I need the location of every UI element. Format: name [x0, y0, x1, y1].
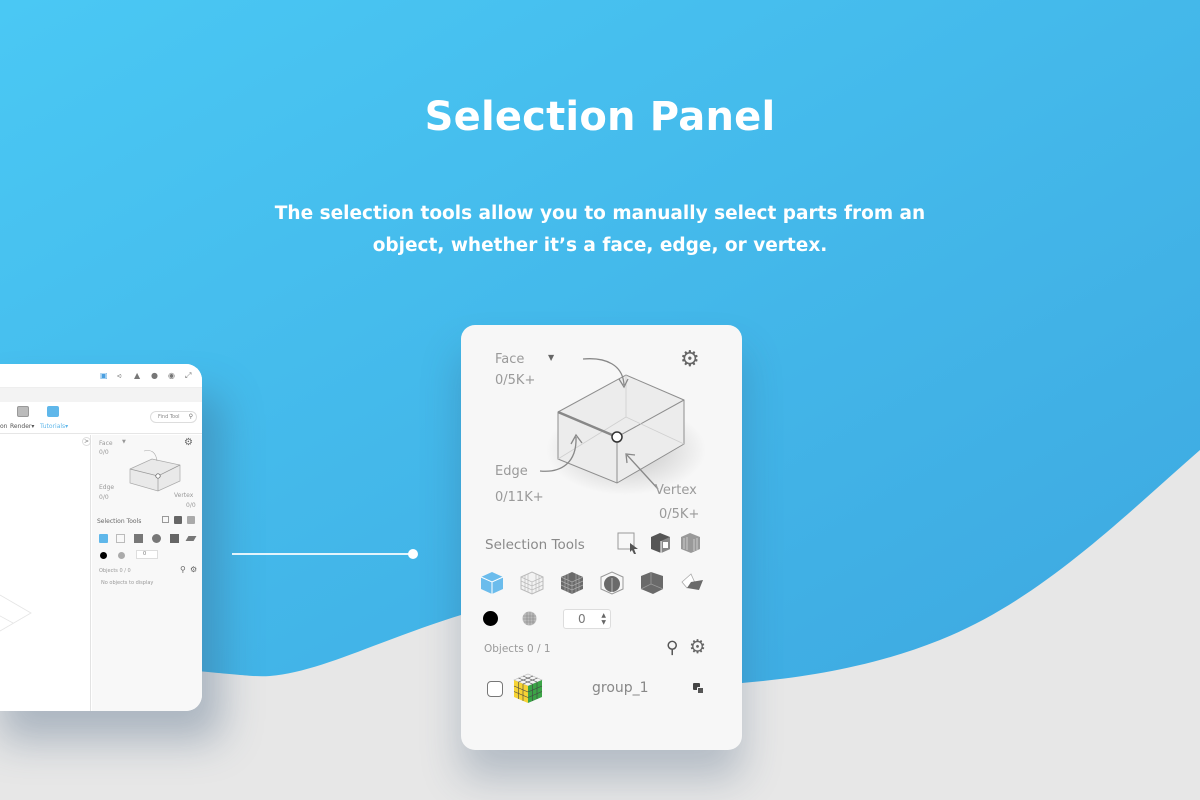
save-icon[interactable]: ▣ — [100, 371, 108, 380]
toolbar-item-partial[interactable]: on — [0, 423, 7, 430]
connector-dot — [408, 549, 418, 559]
select-through-icon[interactable] — [678, 529, 704, 555]
mini-hex-cube-icon[interactable] — [152, 534, 161, 543]
app-window-preview: ▣ ⪦ ▲ ● ◉ ⤢ on Render▾ Tutorials▾ Find T… — [0, 364, 202, 711]
user-icon[interactable]: ● — [151, 371, 158, 380]
mini-wire-grid-cube-icon[interactable] — [116, 534, 125, 543]
app-subbar — [0, 388, 202, 402]
page-title: Selection Panel — [424, 94, 776, 140]
mini-face-cube-icon[interactable] — [170, 534, 179, 543]
subtitle-line-2: object, whether it’s a face, edge, or ve… — [372, 235, 828, 256]
cube-diagram — [539, 358, 706, 495]
edge-label: Edge — [495, 464, 528, 479]
plane-tool[interactable] — [679, 570, 705, 596]
tutorials-icon — [47, 406, 59, 417]
duplicate-icon[interactable] — [693, 683, 705, 695]
mini-objects-label: Objects 0 / 0 — [99, 568, 131, 574]
fullscreen-icon[interactable]: ⤢ — [185, 371, 191, 380]
mini-vertex-count: 0/0 — [186, 502, 196, 509]
objects-gear-icon[interactable]: ⚙ — [689, 636, 706, 658]
mini-vertex-label: Vertex — [174, 492, 194, 499]
mini-empty-message: No objects to display — [101, 580, 154, 586]
selection-panel-card: Face ▼ ⚙ 0/5K+ Edge 0/11K+ Vertex 0/5K+ … — [461, 325, 742, 750]
vertex-label: Vertex — [655, 483, 697, 498]
mini-selection-tools-label: Selection Tools — [97, 518, 142, 525]
mini-search-icon[interactable]: ⚲ — [180, 565, 186, 574]
mini-objects-gear-icon[interactable]: ⚙ — [190, 565, 197, 574]
page-subtitle: The selection tools allow you to manuall… — [0, 198, 1200, 262]
mesh-sphere-swatch[interactable] — [522, 611, 537, 626]
selection-tools-label: Selection Tools — [485, 537, 585, 553]
collapse-panel-button[interactable]: > — [82, 437, 91, 446]
mini-edge-label: Edge — [99, 484, 115, 491]
mini-select-through-icon[interactable] — [187, 516, 195, 524]
box-select-icon[interactable] — [616, 530, 642, 556]
face-count: 0/5K+ — [495, 373, 536, 388]
mini-mesh-sphere[interactable] — [118, 552, 125, 559]
mini-mode-dropdown[interactable]: Face — [99, 440, 113, 447]
info-icon[interactable]: ◉ — [168, 371, 175, 380]
mini-box-select-icon[interactable] — [162, 516, 169, 523]
render-icon — [17, 406, 29, 417]
select-inside-icon[interactable] — [648, 529, 674, 555]
vertex-count: 0/5K+ — [659, 507, 700, 522]
bell-icon[interactable]: ▲ — [134, 371, 140, 380]
face-cube-tool[interactable] — [639, 570, 665, 596]
find-tool-placeholder: Find Tool — [158, 414, 180, 420]
rubiks-cube-thumbnail — [512, 672, 544, 704]
edge-count: 0/11K+ — [495, 490, 544, 505]
toolbar-item-render[interactable]: Render▾ — [10, 423, 34, 430]
quantity-stepper[interactable]: 0 ▲ ▼ — [563, 609, 611, 629]
object-checkbox[interactable] — [487, 681, 503, 697]
mini-face-count: 0/0 — [99, 449, 109, 456]
object-name: group_1 — [592, 680, 649, 696]
stepper-arrows-icon[interactable]: ▲ ▼ — [601, 612, 606, 626]
toolbar-item-tutorials[interactable]: Tutorials▾ — [40, 423, 68, 430]
mini-black-dot[interactable] — [100, 552, 107, 559]
mini-selection-panel: Face ▼ ⚙ 0/0 Edge 0/0 Vertex 0/0 Selecti… — [92, 435, 202, 711]
hex-cube-tool[interactable] — [599, 570, 625, 596]
search-icon: ⚲ — [188, 413, 193, 420]
mode-dropdown[interactable]: Face — [495, 352, 524, 367]
grid-floor — [0, 594, 32, 632]
subtitle-line-1: The selection tools allow you to manuall… — [274, 203, 926, 224]
wire-grid-cube-tool[interactable] — [519, 570, 545, 596]
share-icon[interactable]: ⪦ — [117, 371, 122, 380]
3d-viewport[interactable]: > Y X — [0, 435, 91, 711]
mini-plane-icon[interactable] — [185, 536, 197, 541]
mini-edge-count: 0/0 — [99, 494, 109, 501]
connector-line — [232, 553, 412, 555]
stepper-value: 0 — [578, 612, 586, 626]
app-toolbar: on Render▾ Tutorials▾ Find Tool ⚲ — [0, 402, 202, 434]
mini-dark-grid-cube-icon[interactable] — [134, 534, 143, 543]
mini-solid-cube-icon[interactable] — [99, 534, 108, 543]
objects-count-label: Objects 0 / 1 — [484, 643, 551, 655]
find-tool-input[interactable]: Find Tool ⚲ — [150, 411, 197, 423]
solid-cube-tool[interactable] — [479, 570, 505, 596]
app-topbar: ▣ ⪦ ▲ ● ◉ ⤢ — [0, 364, 202, 388]
search-icon[interactable]: ⚲ — [666, 638, 678, 658]
mini-select-inside-icon[interactable] — [174, 516, 182, 524]
black-color-swatch[interactable] — [483, 611, 498, 626]
mini-stepper[interactable]: 0 — [136, 550, 158, 559]
dark-grid-cube-tool[interactable] — [559, 570, 585, 596]
